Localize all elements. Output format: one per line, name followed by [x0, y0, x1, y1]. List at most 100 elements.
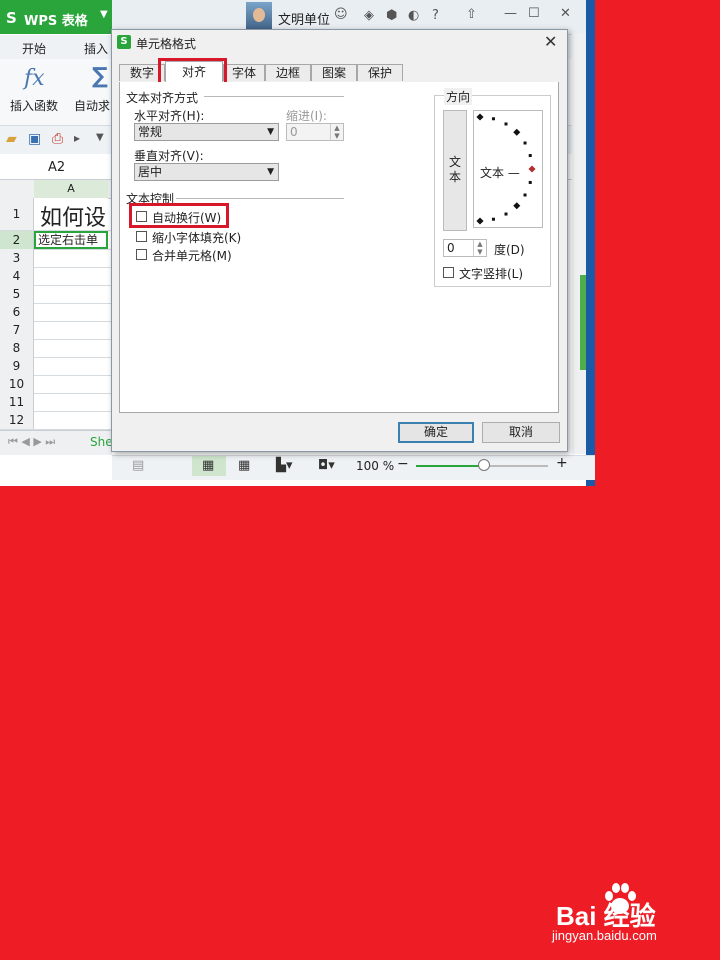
insert-function-label[interactable]: 插入函数	[10, 97, 58, 114]
close-icon[interactable]: ✕	[560, 6, 571, 21]
feedback-icon[interactable]: ◈	[364, 8, 374, 23]
vertical-text-button[interactable]: 文本	[443, 110, 467, 231]
shrink-to-fit-label[interactable]: 缩小字体填充(K)	[152, 229, 241, 246]
spinner-arrows-icon: ▲ ▼	[330, 124, 343, 140]
row-header[interactable]: 4	[0, 267, 34, 285]
table-row: 11	[0, 393, 112, 412]
row-header[interactable]: 5	[0, 285, 34, 303]
orientation-text: 文本 —	[480, 166, 520, 180]
row-header[interactable]: 3	[0, 249, 34, 267]
tab-font[interactable]: 字体	[223, 64, 265, 81]
grid-view-icon: ▦	[202, 458, 215, 473]
app-menu-button[interactable]: S WPS 表格 ▼	[0, 0, 112, 34]
row-header[interactable]: 8	[0, 339, 34, 357]
vertical-layout-checkbox[interactable]	[443, 267, 454, 278]
help-icon[interactable]: ?	[432, 8, 439, 23]
dial-tick	[476, 113, 484, 121]
dial-tick	[513, 128, 521, 136]
dial-tick	[528, 154, 532, 158]
group-divider	[204, 96, 344, 97]
tab-protection[interactable]: 保护	[357, 64, 403, 81]
vertical-align-value: 居中	[138, 165, 163, 179]
autosum-label[interactable]: 自动求	[74, 97, 110, 114]
zoom-level: 100 %	[356, 459, 395, 473]
group-divider	[176, 198, 344, 199]
row-header[interactable]: 2	[0, 231, 34, 249]
sheet-tab[interactable]: She	[90, 435, 113, 449]
row-header[interactable]: 7	[0, 321, 34, 339]
restore-icon[interactable]: ⇧	[466, 7, 477, 22]
chevron-down-icon: ▼	[267, 167, 274, 177]
row-header[interactable]: 12	[0, 411, 34, 429]
horizontal-align-select[interactable]: 常规 ▼	[134, 123, 279, 141]
degrees-spinner[interactable]: 0 ▲ ▼	[443, 239, 487, 257]
cell-a2[interactable]: 选定右击单	[34, 231, 108, 249]
vertical-align-select[interactable]: 居中 ▼	[134, 163, 279, 181]
minimize-icon[interactable]: —	[504, 6, 517, 21]
zoom-slider-knob[interactable]	[478, 459, 490, 471]
insert-function-icon[interactable]: fx	[24, 66, 45, 91]
screenshot-region: S WPS 表格 ▼ 文明单位 ☺ ◈ ⬢ ◐ ? ⇧ — ☐ ✕ 开始 插入 …	[0, 0, 595, 486]
status-bar	[112, 455, 595, 480]
orientation-dial[interactable]: 文本 —	[473, 110, 543, 228]
more-icon[interactable]: ▸	[74, 131, 80, 145]
page-icon[interactable]: ▤	[132, 458, 144, 473]
column-header-a[interactable]: A	[34, 180, 108, 200]
doc-name[interactable]: 文明单位	[278, 9, 330, 28]
indent-value: 0	[290, 125, 298, 139]
dropdown-arrow-icon[interactable]: ▼	[96, 132, 104, 143]
skin-icon[interactable]: ☺	[334, 7, 348, 22]
zoom-out-icon[interactable]: −	[397, 456, 409, 472]
degrees-label: 度(D)	[494, 243, 525, 257]
dial-tick	[504, 122, 508, 126]
table-row: 5	[0, 285, 112, 304]
wps-logo: S	[6, 9, 17, 27]
tab-home[interactable]: 开始	[22, 40, 46, 57]
row-header[interactable]: 10	[0, 375, 34, 393]
avatar[interactable]	[246, 2, 272, 32]
print-icon[interactable]: ⎙	[52, 131, 63, 147]
watermark-url: jingyan.baidu.com	[552, 928, 657, 943]
table-row: 10	[0, 375, 112, 394]
dial-tick	[513, 202, 521, 210]
vertical-layout-label[interactable]: 文字竖排(L)	[459, 265, 523, 282]
cancel-button[interactable]: 取消	[482, 422, 560, 443]
tab-insert[interactable]: 插入	[84, 40, 108, 57]
shrink-to-fit-checkbox[interactable]	[136, 231, 147, 242]
vertical-align-label: 垂直对齐(V):	[134, 149, 204, 163]
cube-icon[interactable]: ⬢	[386, 8, 397, 23]
ok-button[interactable]: 确定	[398, 422, 474, 443]
merge-cells-checkbox[interactable]	[136, 249, 147, 260]
row-header[interactable]: 6	[0, 303, 34, 321]
dial-tick	[523, 141, 527, 145]
desktop-edge	[586, 0, 595, 486]
zoom-in-icon[interactable]: +	[556, 455, 568, 471]
open-folder-icon[interactable]: ▰	[6, 131, 17, 147]
avatar-face	[253, 8, 265, 22]
row-header[interactable]: 1	[0, 198, 34, 230]
row-header[interactable]: 11	[0, 393, 34, 411]
dial-tick	[528, 165, 536, 173]
sheet-bar: ⏮ ◀ ▶ ⏭ She	[0, 430, 113, 455]
chevron-down-icon: ▼	[267, 127, 274, 137]
tab-border[interactable]: 边框	[265, 64, 311, 81]
dial-tick	[528, 180, 532, 184]
dial-tick	[476, 217, 484, 225]
horizontal-align-value: 常规	[138, 125, 163, 139]
row-header[interactable]: 9	[0, 357, 34, 375]
close-icon[interactable]: ✕	[544, 32, 557, 51]
share-icon[interactable]: ◐	[408, 8, 419, 23]
sheet-nav-icon[interactable]: ⏮ ◀ ▶ ⏭	[8, 435, 55, 449]
page-break-icon[interactable]: ▦	[238, 458, 250, 473]
table-row: 4	[0, 267, 112, 286]
reading-icon[interactable]: ◘▾	[318, 458, 335, 473]
cell-reference[interactable]: A2	[48, 160, 65, 175]
layout-icon[interactable]: ▙▾	[276, 458, 293, 473]
autosum-icon[interactable]: ∑	[92, 64, 108, 89]
table-row: 7	[0, 321, 112, 340]
merge-cells-label[interactable]: 合并单元格(M)	[152, 247, 232, 264]
save-icon[interactable]: ▣	[28, 131, 41, 147]
tab-pattern[interactable]: 图案	[311, 64, 357, 81]
maximize-icon[interactable]: ☐	[528, 6, 540, 21]
cell-format-dialog: S 单元格格式 ✕ 数字 对齐 字体 边框 图案 保护 文本对齐方式 水平对齐(…	[111, 29, 568, 452]
